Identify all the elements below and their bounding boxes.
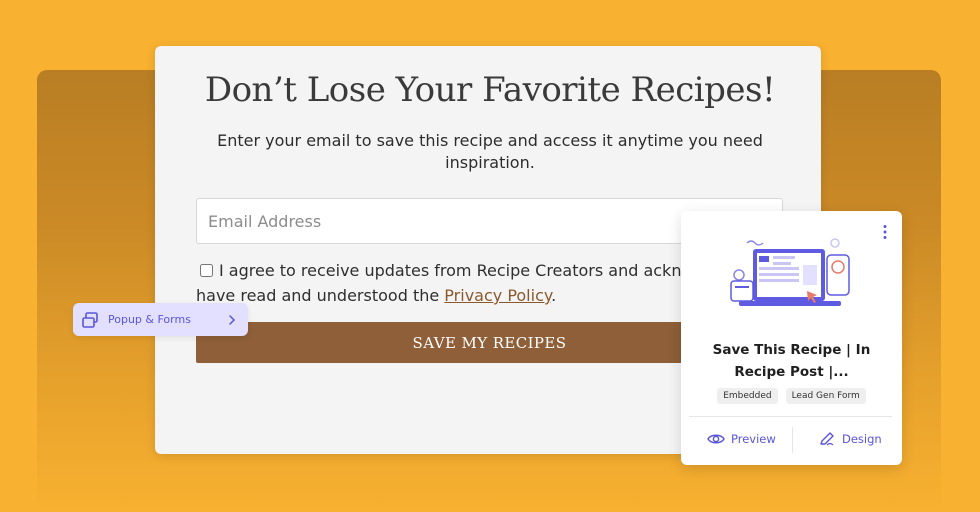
consent-label: I agree to receive updates from Recipe C…: [219, 261, 692, 280]
action-divider: [792, 427, 793, 453]
tag-lead-gen-form: Lead Gen Form: [785, 388, 866, 404]
design-label: Design: [842, 432, 882, 446]
form-card[interactable]: Save This Recipe | In Recipe Post |... E…: [681, 211, 902, 465]
card-divider: [689, 416, 892, 417]
consent-text: I agree to receive updates from Recipe C…: [196, 258, 696, 308]
preview-button[interactable]: Preview: [707, 431, 776, 447]
consent-end: .: [551, 286, 557, 305]
preview-label: Preview: [731, 432, 776, 446]
card-tags: Embedded Lead Gen Form: [681, 388, 902, 404]
popup-forms-pill[interactable]: Popup & Forms: [73, 303, 248, 336]
laptop-illustration-icon: [730, 238, 850, 306]
tag-embedded: Embedded: [717, 388, 778, 404]
consent-checkbox[interactable]: [200, 264, 213, 277]
pen-icon: [820, 432, 834, 446]
card-title: Save This Recipe | In Recipe Post |...: [712, 342, 871, 380]
modal-subtitle: Enter your email to save this recipe and…: [217, 131, 763, 172]
design-button[interactable]: Design: [818, 431, 882, 447]
pill-label: Popup & Forms: [108, 313, 191, 326]
chevron-right-icon: [229, 314, 236, 325]
eye-icon: [707, 434, 725, 444]
privacy-policy-link[interactable]: Privacy Policy: [444, 286, 551, 305]
popup-window-icon: [82, 311, 98, 328]
kebab-menu-icon[interactable]: [882, 224, 888, 240]
modal-title: Don’t Lose Your Favorite Recipes!: [204, 70, 776, 110]
